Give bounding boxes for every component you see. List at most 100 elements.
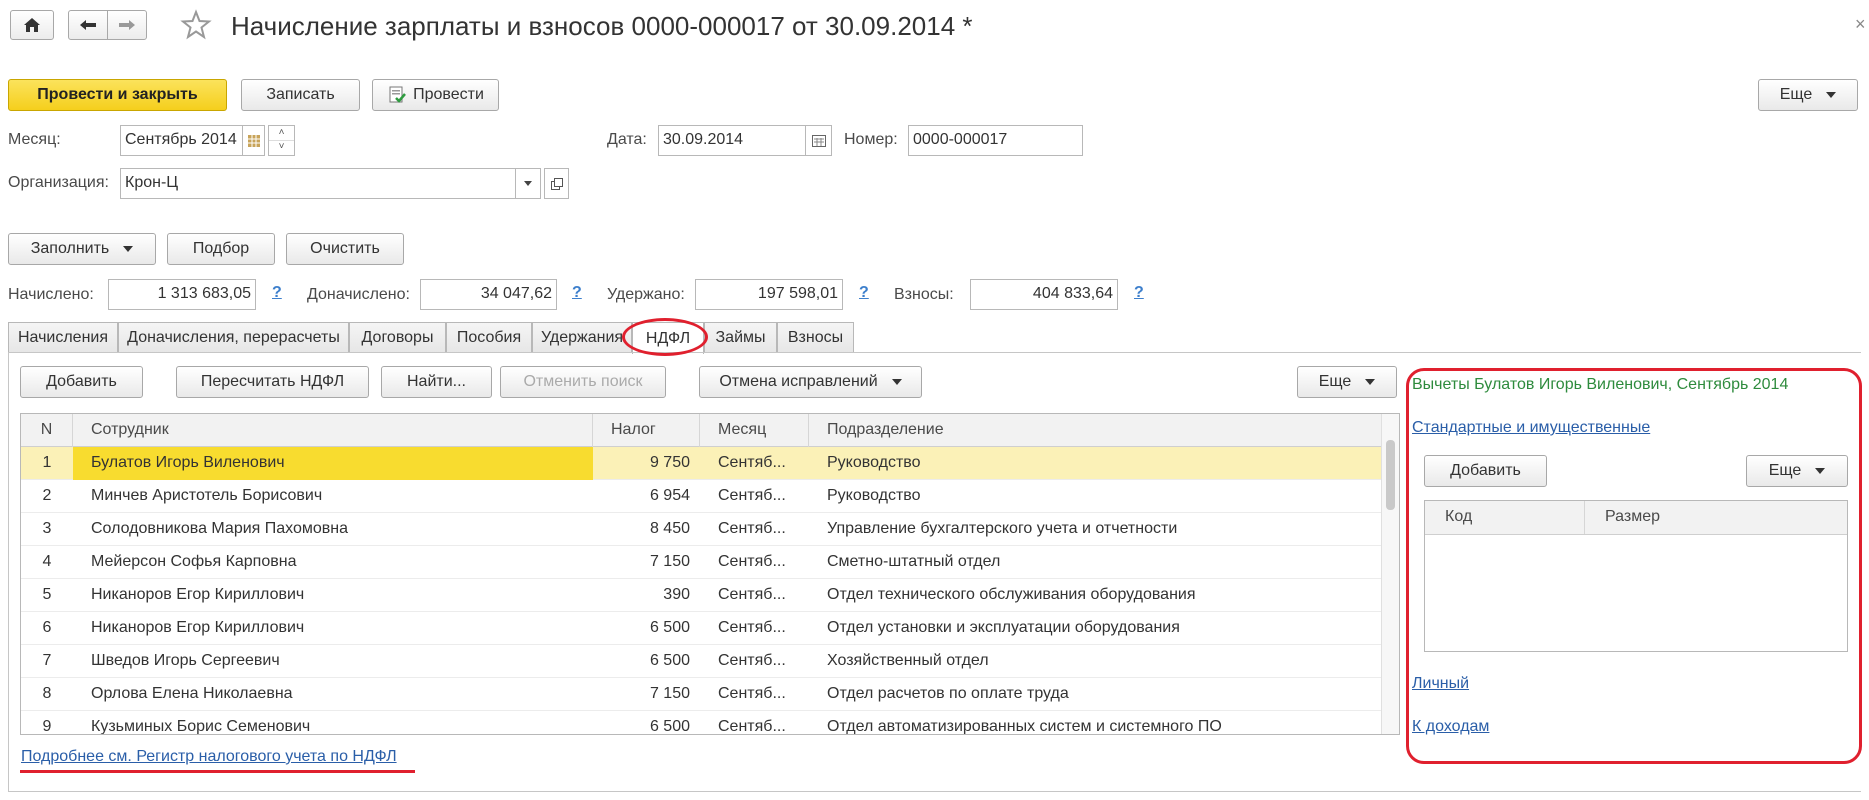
table-cell-tax: 7 150 [649,553,690,570]
organization-label: Организация: [8,174,109,191]
accrued-label: Начислено: [8,286,94,303]
ndfl-register-link[interactable]: Подробнее см. Регистр налогового учета п… [21,748,397,766]
table-row[interactable]: 5 Никаноров Егор Кириллович 390 Сентяб... От… [21,579,1381,612]
date-picker-icon[interactable] [806,125,832,156]
table-cell-n: 7 [42,652,52,669]
page-title: Начисление зарплаты и взносов 0000-00001… [231,11,973,41]
extra-accrued-label: Доначислено: [307,286,410,303]
table-cell-dept: Хозяйственный отдел [827,652,989,669]
chevron-down-icon [891,379,902,385]
star-icon[interactable] [180,9,212,41]
chevron-down-icon [123,246,134,252]
column-header-department[interactable]: Подразделение [809,414,1381,447]
more-button[interactable]: Еще [1758,79,1858,111]
cancel-corrections-button[interactable]: Отмена исправлений [699,366,922,398]
clear-button[interactable]: Очистить [286,233,404,265]
table-cell-dept: Отдел установки и эксплуатации оборудова… [827,619,1180,636]
table-cell-dept: Отдел автоматизированных систем и систем… [827,718,1222,735]
arrow-left-icon [80,20,96,30]
table-cell-n: 4 [42,553,52,570]
find-button[interactable]: Найти... [381,366,492,398]
table-cell-employee: Никаноров Егор Кириллович [91,619,305,636]
date-field[interactable]: 30.09.2014 [658,125,806,156]
tab-accruals[interactable]: Начисления [8,322,118,353]
table-cell-dept: Отдел расчетов по оплате труда [827,685,1069,702]
month-label: Месяц: [8,131,61,148]
back-button[interactable] [68,10,108,40]
ndfl-more-button[interactable]: Еще [1297,366,1397,398]
table-cell-n: 8 [42,685,52,702]
scrollbar-thumb[interactable] [1386,440,1395,510]
table-row[interactable]: 4 Мейерсон Софья Карповна 7 150 Сентяб... См… [21,546,1381,579]
table-cell-dept: Отдел технического обслуживания оборудов… [827,586,1196,603]
organization-field[interactable]: Крон-Ц [120,168,516,199]
stepper-up-icon[interactable]: ˄ [269,126,294,141]
save-button[interactable]: Записать [241,79,360,111]
column-header-month[interactable]: Месяц [700,414,809,447]
post-button-label: Провести [413,86,484,103]
tab-contracts[interactable]: Договоры [349,322,446,353]
forward-button[interactable] [107,10,147,40]
calendar-icon[interactable] [243,125,265,156]
close-icon[interactable]: × [1855,14,1866,35]
withheld-label: Удержано: [607,286,685,303]
accrued-help-icon[interactable]: ? [272,284,282,302]
contributions-help-icon[interactable]: ? [1134,284,1144,302]
table-row[interactable]: 3 Солодовникова Мария Пахомовна 8 450 Сентя… [21,513,1381,546]
contributions-label: Взносы: [894,286,954,303]
stepper-down-icon[interactable]: ˅ [269,141,294,155]
extra-accrued-help-icon[interactable]: ? [572,284,582,302]
column-header-n[interactable]: N [21,414,73,447]
table-cell-dept: Управление бухгалтерского учета и отчетн… [827,520,1178,537]
tab-benefits[interactable]: Пособия [446,322,532,353]
table-row[interactable]: 1 Булатов Игорь Виленович 9 750 Сентяб... Ру… [21,447,1381,480]
table-cell-tax: 6 500 [649,718,690,735]
home-button[interactable] [10,10,54,40]
table-row[interactable]: 8 Орлова Елена Николаевна 7 150 Сентяб... От… [21,678,1381,711]
date-label: Дата: [607,131,647,148]
table-cell-tax: 6 500 [649,652,690,669]
table-cell-n: 3 [42,520,52,537]
table-cell-dept: Руководство [827,487,921,504]
tab-deductions[interactable]: Удержания [532,322,632,353]
home-icon [24,18,40,32]
post-and-close-button[interactable]: Провести и закрыть [8,79,227,111]
table-cell-month: Сентяб... [718,652,786,669]
column-header-tax[interactable]: Налог [593,414,700,447]
organization-dropdown-icon[interactable] [516,168,541,199]
table-cell-employee: Минчев Аристотель Борисович [91,487,323,504]
month-stepper[interactable]: ˄ ˅ [268,125,295,156]
table-row[interactable]: 2 Минчев Аристотель Борисович 6 954 Сентяб.… [21,480,1381,513]
recalculate-ndfl-button[interactable]: Пересчитать НДФЛ [176,366,369,398]
table-row[interactable]: 6 Никаноров Егор Кириллович 6 500 Сентяб...… [21,612,1381,645]
column-header-employee[interactable]: Сотрудник [73,414,593,447]
table-row[interactable]: 9 Кузьминых Борис Семенович 6 500 Сентяб...… [21,711,1381,735]
table-row[interactable]: 7 Шведов Игорь Сергеевич 6 500 Сентяб... Хоз… [21,645,1381,678]
select-button[interactable]: Подбор [167,233,275,265]
post-button[interactable]: Провести [372,79,499,111]
table-cell-month: Сентяб... [718,685,786,702]
chevron-down-icon [1365,379,1376,385]
table-cell-dept: Сметно-штатный отдел [827,553,1001,570]
table-cell-employee: Кузьминых Борис Семенович [91,718,311,735]
ndfl-table[interactable]: N Сотрудник Налог Месяц Подразделение 1 Б… [20,413,1400,735]
table-cell-month: Сентяб... [718,487,786,504]
fill-button-label: Заполнить [30,240,110,257]
fill-button[interactable]: Заполнить [8,233,156,265]
cancel-search-button[interactable]: Отменить поиск [500,366,666,398]
add-button[interactable]: Добавить [20,366,143,398]
table-cell-tax: 9 750 [649,454,690,471]
table-cell-month: Сентяб... [718,553,786,570]
tab-contributions[interactable]: Взносы [777,322,854,353]
tab-additional-accruals[interactable]: Доначисления, перерасчеты [118,322,349,353]
number-label: Номер: [844,131,898,148]
table-scrollbar[interactable] [1381,414,1399,734]
table-cell-n: 2 [42,487,52,504]
withheld-help-icon[interactable]: ? [859,284,869,302]
open-link-icon[interactable] [544,168,569,199]
table-cell-employee: Никаноров Егор Кириллович [91,586,305,603]
number-field[interactable]: 0000-000017 [908,125,1083,156]
tab-loans[interactable]: Займы [704,322,777,353]
month-field[interactable]: Сентябрь 2014 [120,125,243,156]
table-cell-dept: Руководство [827,454,921,471]
